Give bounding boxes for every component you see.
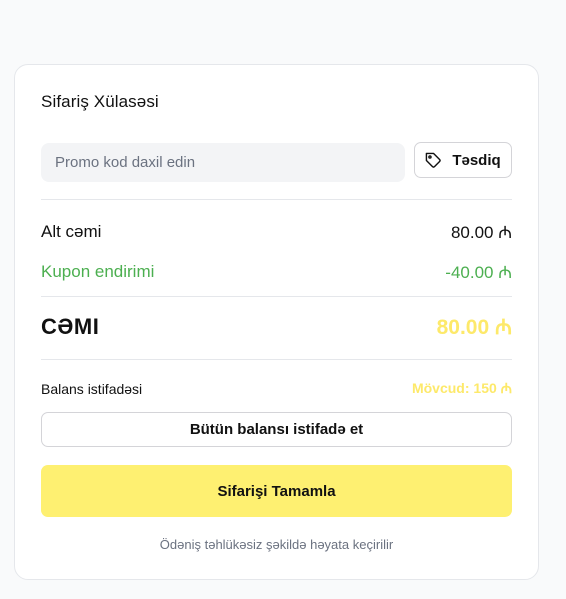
- subtotal-value: 80.00 ₼: [450, 223, 512, 242]
- balance-available: Mövcud: 150 ₼: [411, 380, 512, 396]
- promo-code-input[interactable]: [41, 143, 405, 182]
- divider: [41, 359, 512, 360]
- subtotal-row: Alt cəmi 80.00 ₼: [41, 220, 512, 243]
- divider: [41, 296, 512, 297]
- balance-row: Balans istifadəsi Mövcud: 150 ₼: [41, 379, 512, 398]
- apply-promo-button[interactable]: Təsdiq: [414, 142, 512, 178]
- discount-value: -40.00 ₼: [445, 263, 512, 282]
- use-all-balance-button[interactable]: Bütün balansı istifadə et: [41, 412, 512, 447]
- secure-payment-note: Ödəniş təhlükəsiz şəkildə həyata keçiril…: [159, 537, 394, 552]
- discount-row: Kupon endirimi -40.00 ₼: [41, 260, 512, 283]
- complete-order-button[interactable]: Sifarişi Tamamla: [41, 465, 512, 517]
- total-label: CƏMI: [41, 314, 100, 339]
- order-summary-card: Sifariş Xülasəsi Təsdiq Alt cəmi 80.00 ₼…: [14, 64, 539, 580]
- apply-promo-label: Təsdiq: [452, 151, 501, 169]
- total-value: 80.00 ₼: [436, 316, 512, 339]
- discount-label: Kupon endirimi: [41, 261, 155, 281]
- subtotal-label: Alt cəmi: [41, 221, 102, 241]
- balance-label: Balans istifadəsi: [41, 380, 143, 397]
- divider: [41, 199, 512, 200]
- tag-icon: [425, 152, 442, 169]
- order-summary-title: Sifariş Xülasəsi: [41, 92, 159, 111]
- total-row: CƏMI 80.00 ₼: [41, 313, 512, 341]
